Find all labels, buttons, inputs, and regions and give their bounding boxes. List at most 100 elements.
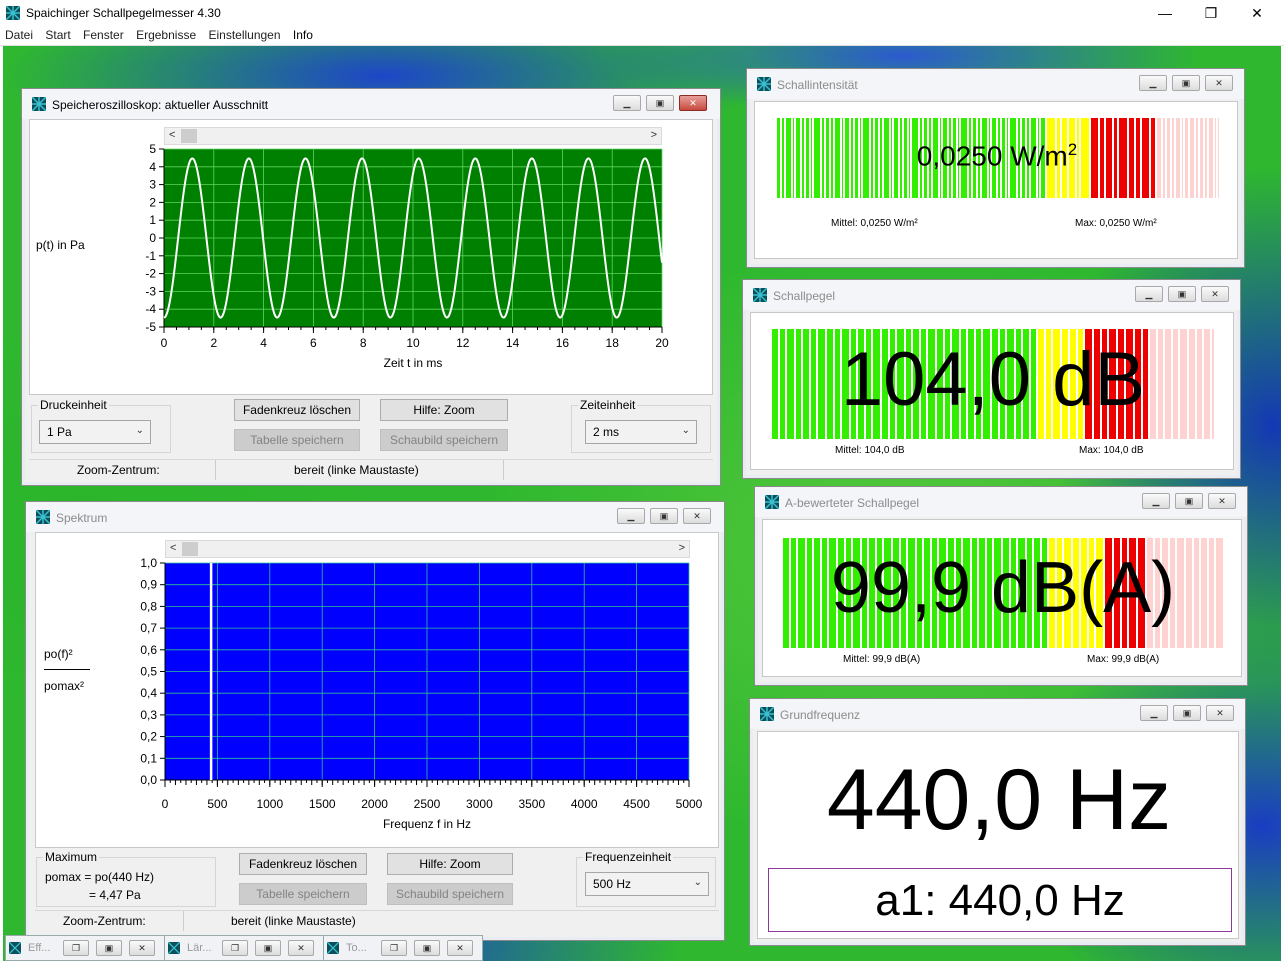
restore-icon[interactable]: ❐ bbox=[222, 940, 248, 956]
status-zoom-center: Zoom-Zentrum: bbox=[77, 463, 160, 477]
status-text: bereit (linke Maustaste) bbox=[294, 463, 419, 477]
menu-info[interactable]: Info bbox=[288, 26, 317, 42]
close-icon[interactable]: ✕ bbox=[1206, 705, 1234, 721]
y-tick-label: 0 bbox=[149, 231, 156, 245]
level-mittel: Mittel: 104,0 dB bbox=[835, 445, 905, 456]
x-tick-label: 12 bbox=[456, 336, 470, 350]
close-button[interactable]: ✕ bbox=[1234, 0, 1280, 26]
a-level-max: Max: 99,9 dB(A) bbox=[1087, 654, 1160, 665]
save-chart-button[interactable]: Schaubild speichern bbox=[387, 883, 513, 905]
y-tick-label: 0,7 bbox=[140, 621, 157, 635]
help-zoom-button[interactable]: Hilfe: Zoom bbox=[380, 399, 508, 421]
restore-icon[interactable]: ▣ bbox=[650, 508, 678, 524]
menu-fenster[interactable]: Fenster bbox=[78, 26, 128, 42]
menu-ergebnisse[interactable]: Ergebnisse bbox=[131, 26, 200, 42]
y-tick-label: -1 bbox=[145, 249, 156, 263]
a-level-value: 99,9 dB(A) bbox=[830, 548, 1176, 628]
x-tick-label: 4000 bbox=[571, 797, 598, 811]
minimized-window-to[interactable]: To... ❐ ▣ ✕ bbox=[323, 935, 483, 961]
app-logo-icon bbox=[6, 6, 20, 20]
close-icon[interactable]: ✕ bbox=[129, 940, 155, 956]
menu-einstellungen[interactable]: Einstellungen bbox=[203, 26, 284, 42]
restore-icon[interactable]: ❐ bbox=[63, 940, 89, 956]
maximum-label: Maximum bbox=[43, 850, 100, 864]
close-icon[interactable]: ✕ bbox=[1205, 75, 1233, 91]
maximize-icon[interactable]: ▣ bbox=[96, 940, 122, 956]
help-zoom-button[interactable]: Hilfe: Zoom bbox=[387, 853, 513, 875]
a-level-titlebar[interactable]: A-bewerteter Schallpegel ▁ ▣ ✕ bbox=[755, 487, 1247, 517]
druckeinheit-select[interactable]: 1 Pa ⌄ bbox=[39, 420, 151, 444]
minimize-icon[interactable]: ▁ bbox=[1140, 705, 1168, 721]
y-tick-label: 0,3 bbox=[140, 708, 157, 722]
minimize-icon[interactable]: ▁ bbox=[1139, 75, 1167, 91]
minimize-icon[interactable]: ▁ bbox=[613, 95, 641, 111]
maximize-button[interactable]: ❐ bbox=[1188, 0, 1234, 26]
save-table-button[interactable]: Tabelle speichern bbox=[239, 883, 367, 905]
y-tick-label: 2 bbox=[149, 195, 156, 209]
window-logo-icon bbox=[327, 942, 339, 954]
oscilloscope-chart[interactable]: 0 2 4 6 8 10 12 14 16 18 20543210-1-2-3-4-5Zeit t … bbox=[30, 120, 714, 396]
intensity-titlebar[interactable]: Schallintensität ▁ ▣ ✕ bbox=[747, 69, 1244, 99]
level-window: Schallpegel ▁ ▣ ✕ 104,0 dB Mittel: 104,0… bbox=[742, 279, 1241, 479]
maximize-icon[interactable]: ▣ bbox=[255, 940, 281, 956]
x-tick-label: 1000 bbox=[256, 797, 283, 811]
zeiteinheit-select[interactable]: 2 ms ⌄ bbox=[585, 420, 697, 444]
oscilloscope-titlebar[interactable]: Speicheroszilloskop: aktueller Ausschnit… bbox=[22, 89, 720, 119]
mdi-desktop: Speicheroszilloskop: aktueller Ausschnit… bbox=[3, 46, 1281, 961]
window-title: Schallintensität bbox=[777, 78, 858, 92]
restore-icon[interactable]: ❐ bbox=[381, 940, 407, 956]
spectrum-titlebar[interactable]: Spektrum ▁ ▣ ✕ bbox=[26, 502, 724, 532]
close-icon[interactable]: ✕ bbox=[1201, 286, 1229, 302]
spectrum-chart[interactable]: 0 500 1000 1500 2000 2500 3000 3500 4000 4500 5000… bbox=[36, 533, 720, 849]
menu-start[interactable]: Start bbox=[40, 26, 74, 42]
minimize-icon[interactable]: ▁ bbox=[1135, 286, 1163, 302]
minimized-title: Lär... bbox=[187, 942, 212, 954]
minimize-icon[interactable]: ▁ bbox=[1142, 493, 1170, 509]
note-value: a1: 440,0 Hz bbox=[875, 876, 1125, 925]
restore-icon[interactable]: ▣ bbox=[646, 95, 674, 111]
x-tick-label: 3000 bbox=[466, 797, 493, 811]
window-logo-icon bbox=[757, 77, 771, 91]
y-tick-label: 5 bbox=[149, 142, 156, 156]
close-icon[interactable]: ✕ bbox=[447, 940, 473, 956]
window-title: Schallpegel bbox=[773, 289, 836, 303]
minimize-button[interactable]: — bbox=[1142, 0, 1188, 26]
menu-datei[interactable]: Datei bbox=[0, 26, 37, 42]
status-bar: Zoom-Zentrum: bereit (linke Maustaste) bbox=[35, 910, 719, 931]
x-axis-label: Zeit t in ms bbox=[384, 356, 443, 370]
close-icon[interactable]: ✕ bbox=[679, 95, 707, 111]
frequenzeinheit-group: Frequenzeinheit 500 Hz ⌄ bbox=[576, 850, 716, 907]
app-title: Spaichinger Schallpegelmesser 4.30 bbox=[26, 6, 221, 20]
close-icon[interactable]: ✕ bbox=[1208, 493, 1236, 509]
oscilloscope-window: Speicheroszilloskop: aktueller Ausschnit… bbox=[21, 88, 721, 486]
minimized-window-eff[interactable]: Eff... ❐ ▣ ✕ bbox=[5, 935, 165, 961]
clear-crosshair-button[interactable]: Fadenkreuz löschen bbox=[239, 853, 367, 875]
minimize-icon[interactable]: ▁ bbox=[617, 508, 645, 524]
restore-icon[interactable]: ▣ bbox=[1175, 493, 1203, 509]
a-level-window: A-bewerteter Schallpegel ▁ ▣ ✕ 99,9 dB(A… bbox=[754, 486, 1248, 686]
frequenzeinheit-select[interactable]: 500 Hz ⌄ bbox=[585, 872, 709, 896]
minimized-window-laerm[interactable]: Lär... ❐ ▣ ✕ bbox=[164, 935, 324, 961]
maximum-line2: = 4,47 Pa bbox=[89, 888, 141, 902]
clear-crosshair-button[interactable]: Fadenkreuz löschen bbox=[234, 399, 360, 421]
maximize-icon[interactable]: ▣ bbox=[414, 940, 440, 956]
x-tick-label: 8 bbox=[360, 336, 367, 350]
y-tick-label: 0,5 bbox=[140, 665, 157, 679]
minimized-title: To... bbox=[346, 942, 367, 954]
fundamental-titlebar[interactable]: Grundfrequenz ▁ ▣ ✕ bbox=[750, 699, 1245, 729]
restore-icon[interactable]: ▣ bbox=[1168, 286, 1196, 302]
save-table-button[interactable]: Tabelle speichern bbox=[234, 429, 360, 451]
intensity-mittel: Mittel: 0,0250 W/m² bbox=[831, 218, 918, 229]
level-titlebar[interactable]: Schallpegel ▁ ▣ ✕ bbox=[743, 280, 1240, 310]
save-chart-button[interactable]: Schaubild speichern bbox=[380, 429, 508, 451]
x-tick-label: 14 bbox=[506, 336, 520, 350]
restore-icon[interactable]: ▣ bbox=[1173, 705, 1201, 721]
close-icon[interactable]: ✕ bbox=[683, 508, 711, 524]
window-title: Spektrum bbox=[56, 511, 108, 525]
y-tick-label: 0,6 bbox=[140, 643, 157, 657]
restore-icon[interactable]: ▣ bbox=[1172, 75, 1200, 91]
fundamental-value: 440,0 Hz bbox=[826, 752, 1172, 848]
y-tick-label: 0,4 bbox=[140, 686, 157, 700]
close-icon[interactable]: ✕ bbox=[288, 940, 314, 956]
spectrum-window: Spektrum ▁ ▣ ✕ < > po(f)² pomax² 0 500 100… bbox=[25, 501, 725, 941]
